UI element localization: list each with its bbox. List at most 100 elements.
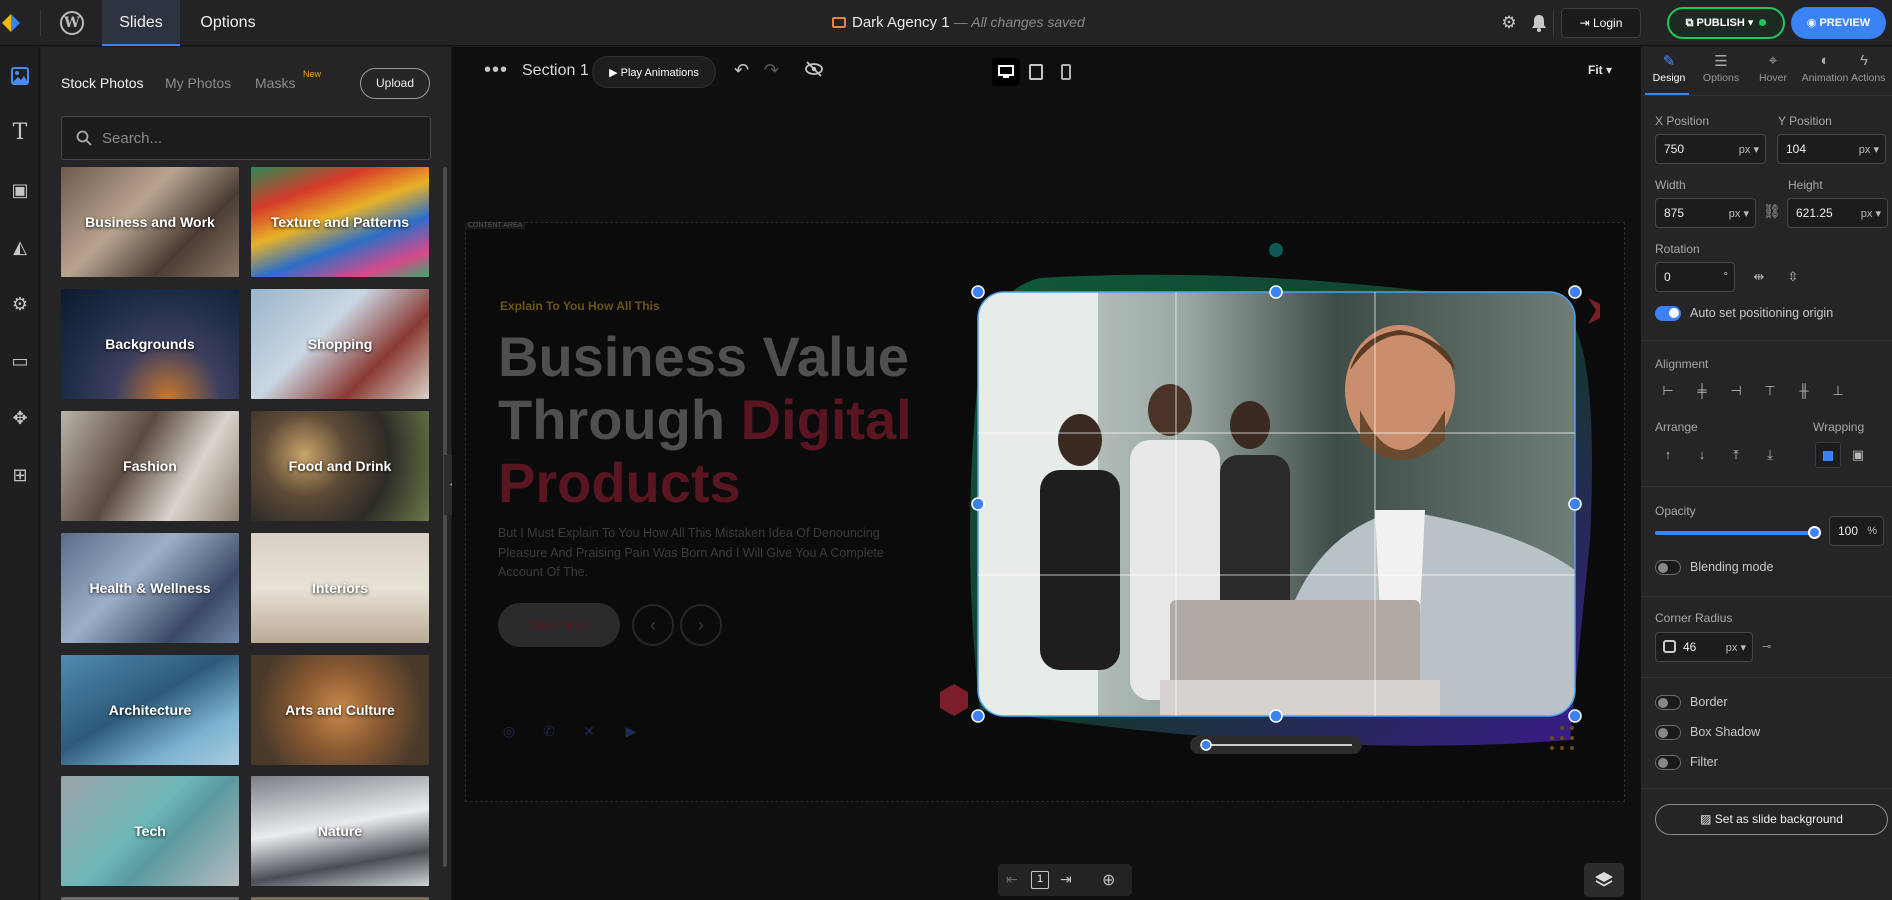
hide-icon[interactable] [804, 59, 826, 81]
auto-origin-toggle[interactable] [1655, 306, 1681, 321]
unit-select[interactable]: px ▾ [1861, 207, 1881, 220]
show-more-button[interactable]: Show More [498, 603, 620, 647]
tab-stock-photos[interactable]: Stock Photos [61, 75, 144, 91]
gear-icon[interactable]: ⚙ [1498, 12, 1520, 34]
align-left-icon[interactable]: ⊢ [1655, 378, 1681, 404]
category-arts-and-culture[interactable]: Arts and Culture [251, 655, 429, 765]
height-input[interactable] [1796, 206, 1851, 220]
y-position-field[interactable]: px ▾ [1777, 134, 1886, 164]
category-nature[interactable]: Nature [251, 776, 429, 886]
zoom-fit-select[interactable]: Fit ▾ [1588, 63, 1612, 77]
x-position-field[interactable]: px ▾ [1655, 134, 1766, 164]
unit-select[interactable]: px ▾ [1859, 143, 1879, 156]
tab-actions[interactable]: ϟ Actions [1851, 47, 1892, 95]
x-icon[interactable]: ✕ [578, 720, 600, 742]
image-tool-icon[interactable] [0, 56, 40, 96]
category-food-and-drink[interactable]: Food and Drink [251, 411, 429, 521]
slide-eyebrow[interactable]: Explain To You How All This [500, 299, 660, 313]
move-tool-icon[interactable]: ✥ [0, 398, 40, 438]
slide-headline[interactable]: Business Value Through Digital Products [498, 325, 918, 514]
prev-page-icon[interactable]: ⇤ [1006, 871, 1018, 888]
add-page-icon[interactable]: ⊕ [1102, 870, 1115, 890]
category-fashion[interactable]: Fashion [61, 411, 239, 521]
category-shopping[interactable]: Shopping [251, 289, 429, 399]
unit-select[interactable]: px ▾ [1729, 207, 1749, 220]
width-input[interactable] [1664, 206, 1719, 220]
category-interiors[interactable]: Interiors [251, 533, 429, 643]
panel-scrollbar[interactable] [443, 167, 447, 867]
opacity-slider-knob[interactable] [1808, 526, 1821, 539]
tab-options[interactable]: Options [188, 0, 268, 46]
send-to-back-icon[interactable]: ⤓ [1757, 442, 1783, 468]
category-health-wellness[interactable]: Health & Wellness [61, 533, 239, 643]
bring-forward-icon[interactable]: ↑ [1655, 442, 1681, 468]
search-input[interactable] [102, 127, 412, 149]
next-page-icon[interactable]: ⇥ [1060, 871, 1072, 888]
filter-toggle[interactable] [1655, 755, 1681, 770]
opacity-input[interactable] [1838, 524, 1866, 538]
preview-button[interactable]: ◉ PREVIEW [1791, 7, 1886, 39]
shapes-tool-icon[interactable]: ◭ [0, 227, 40, 267]
page-number[interactable]: 1 [1031, 871, 1049, 889]
box-shadow-toggle[interactable] [1655, 725, 1681, 740]
more-icon[interactable]: ••• [484, 59, 508, 82]
border-toggle[interactable] [1655, 695, 1681, 710]
flip-vertical-icon[interactable]: ⇳ [1780, 264, 1806, 290]
instagram-icon[interactable]: ◎ [498, 720, 520, 742]
lock-icon[interactable]: ⊸ [1762, 640, 1771, 653]
video-tool-icon[interactable]: ▣ [0, 170, 40, 210]
upload-button[interactable]: Upload [360, 68, 430, 99]
width-field[interactable]: px ▾ [1655, 198, 1756, 228]
tab-design[interactable]: ✎ Design [1643, 47, 1695, 95]
tab-options[interactable]: ☰ Options [1695, 47, 1747, 95]
add-element-icon[interactable]: ⊞ [0, 455, 40, 495]
wrap-around-icon[interactable]: ▣ [1845, 442, 1871, 468]
tab-animation[interactable]: ◐ Animation [1799, 47, 1851, 95]
y-position-input[interactable] [1786, 142, 1841, 156]
flip-horizontal-icon[interactable]: ⇹ [1746, 264, 1772, 290]
text-tool-icon[interactable]: T [0, 113, 40, 153]
whatsapp-icon[interactable]: ✆ [538, 720, 560, 742]
tablet-view-icon[interactable] [1022, 58, 1050, 86]
corner-radius-input[interactable] [1683, 640, 1713, 654]
opacity-field[interactable]: % [1829, 516, 1884, 546]
app-logo-icon[interactable] [0, 12, 22, 34]
undo-icon[interactable]: ↶ [734, 60, 749, 81]
login-button[interactable]: ⇥ Login [1561, 8, 1641, 38]
category-texture-and-patterns[interactable]: Texture and Patterns [251, 167, 429, 277]
align-center-icon[interactable]: ╪ [1689, 378, 1715, 404]
hero-image-graphic[interactable] [920, 240, 1600, 760]
corner-radius-field[interactable]: px ▾ [1655, 632, 1753, 662]
tab-slides[interactable]: Slides [102, 0, 180, 46]
category-tech[interactable]: Tech [61, 776, 239, 886]
section-label[interactable]: Section 1 [522, 62, 589, 80]
align-bottom-icon[interactable]: ⊥ [1825, 378, 1851, 404]
align-middle-icon[interactable]: ╫ [1791, 378, 1817, 404]
opacity-slider[interactable] [1655, 531, 1815, 535]
align-top-icon[interactable]: ⊤ [1757, 378, 1783, 404]
tab-my-photos[interactable]: My Photos [165, 75, 231, 91]
document-title[interactable]: Dark Agency 1 — All changes saved [832, 14, 1085, 31]
wrap-inline-icon[interactable] [1815, 442, 1841, 468]
link-icon[interactable]: ⛓ [1763, 203, 1781, 220]
next-arrow-icon[interactable]: › [680, 604, 722, 646]
blending-mode-toggle[interactable] [1655, 560, 1681, 575]
category-architecture[interactable]: Architecture [61, 655, 239, 765]
rotation-input[interactable] [1664, 270, 1719, 284]
desktop-view-icon[interactable] [992, 58, 1020, 86]
mobile-view-icon[interactable] [1052, 58, 1080, 86]
youtube-icon[interactable]: ▶ [620, 720, 642, 742]
tab-hover[interactable]: ⌖ Hover [1747, 47, 1799, 95]
play-animations-button[interactable]: ▶ Play Animations [592, 56, 716, 88]
layers-button[interactable] [1584, 863, 1624, 897]
presentation-tool-icon[interactable]: ▭ [0, 341, 40, 381]
slide-paragraph[interactable]: But I Must Explain To You How All This M… [498, 524, 898, 583]
bring-to-front-icon[interactable]: ⤒ [1723, 442, 1749, 468]
elements-tool-icon[interactable]: ⚙ [0, 284, 40, 324]
height-field[interactable]: px ▾ [1787, 198, 1888, 228]
send-backward-icon[interactable]: ↓ [1689, 442, 1715, 468]
rotation-field[interactable]: ° [1655, 262, 1735, 292]
align-right-icon[interactable]: ⊣ [1723, 378, 1749, 404]
prev-arrow-icon[interactable]: ‹ [632, 604, 674, 646]
category-backgrounds[interactable]: Backgrounds [61, 289, 239, 399]
